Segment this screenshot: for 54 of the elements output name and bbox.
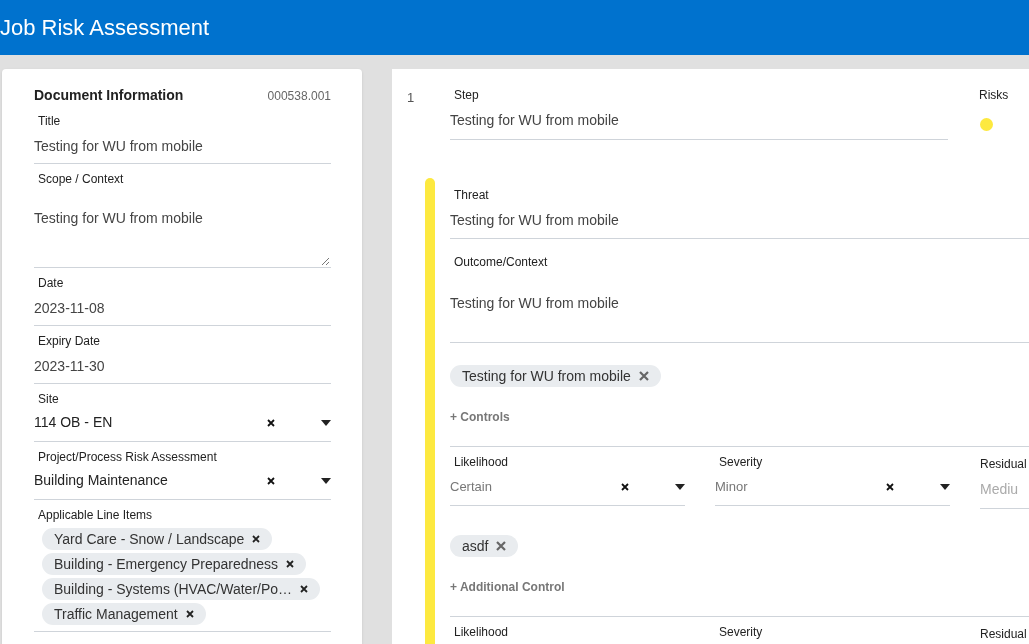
tag-chip: Testing for WU from mobile xyxy=(450,365,661,387)
field-label: Likelihood xyxy=(453,624,510,641)
field-label: Site xyxy=(37,391,60,408)
caret-icon[interactable] xyxy=(675,483,685,490)
document-number: 000538.001 xyxy=(267,88,331,105)
field-label: Expiry Date xyxy=(37,333,102,350)
text-area[interactable]: Testing for WU from mobile xyxy=(34,188,331,268)
field-label: Severity xyxy=(718,454,764,471)
caret-icon[interactable] xyxy=(321,419,331,426)
clear-icon[interactable] xyxy=(621,482,629,491)
field-label: Risks xyxy=(979,87,1009,104)
field-label: Step xyxy=(453,87,480,104)
add-link[interactable]: + Additional Control xyxy=(450,557,565,616)
field-label: Residual xyxy=(980,626,1028,643)
text-field[interactable]: 2023-11-30 xyxy=(34,350,331,384)
tag-chip: Building - Emergency Preparedness xyxy=(42,553,307,575)
field-label: Outcome/Context xyxy=(453,254,549,271)
text-field[interactable]: Testing for WU from mobile xyxy=(450,104,948,140)
step-number: 1 xyxy=(407,89,416,107)
field-label: Likelihood xyxy=(453,454,510,471)
remove-icon[interactable] xyxy=(185,610,194,618)
caret-icon[interactable] xyxy=(940,483,950,490)
card-heading: Document Information xyxy=(34,86,184,105)
tag-chip: Yard Care - Snow / Landscape xyxy=(42,528,273,550)
page-title: Job Risk Assessment xyxy=(0,14,210,42)
field-label: Title xyxy=(37,113,62,130)
resize-handle-icon[interactable] xyxy=(321,257,330,266)
field-label: Severity xyxy=(718,624,764,641)
text-field[interactable]: Testing for WU from mobile xyxy=(34,130,331,164)
field-label: Applicable Line Items xyxy=(37,507,154,524)
field-label: Project/Process Risk Assessment xyxy=(37,449,218,466)
field-label: Residual xyxy=(980,456,1028,473)
clear-icon[interactable] xyxy=(267,418,275,427)
text-field[interactable]: 2023-11-08 xyxy=(34,292,331,326)
residual-field: Mediu xyxy=(980,473,1029,509)
text-field[interactable]: Testing for WU from mobile xyxy=(450,204,1029,239)
clear-icon[interactable] xyxy=(886,482,894,491)
select-field[interactable]: Minor xyxy=(715,471,950,506)
tag-chip: Traffic Management xyxy=(42,603,206,625)
clear-icon[interactable] xyxy=(267,476,275,485)
caret-icon[interactable] xyxy=(321,477,331,484)
remove-icon[interactable] xyxy=(286,560,295,568)
field-label: Threat xyxy=(453,187,490,204)
select-field[interactable]: Building Maintenance xyxy=(34,466,331,500)
remove-icon[interactable] xyxy=(300,585,309,593)
field-label: Scope / Context xyxy=(37,171,125,188)
select-field[interactable]: 114 OB - EN xyxy=(34,408,331,442)
add-link[interactable]: + Controls xyxy=(450,387,510,446)
field-label: Date xyxy=(37,275,65,292)
tag-chip: Building - Systems (HVAC/Water/Po… xyxy=(42,578,321,600)
select-field[interactable]: Certain xyxy=(450,471,685,506)
tag-chip: asdf xyxy=(450,535,519,557)
text-area[interactable]: Testing for WU from mobile xyxy=(450,271,1029,343)
remove-icon[interactable] xyxy=(252,535,261,543)
